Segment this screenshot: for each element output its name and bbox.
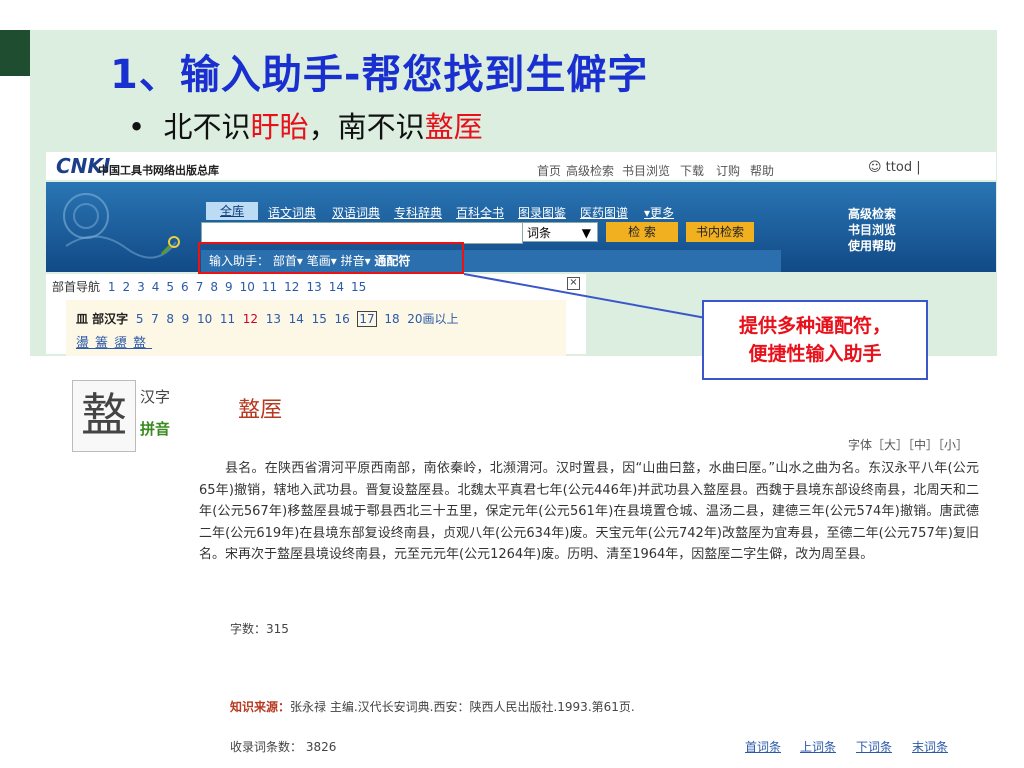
stroke-8[interactable]: 8 (166, 312, 174, 326)
tab-encyclopedia[interactable]: 百科全书 (456, 204, 504, 221)
stroke-13[interactable]: 13 (266, 312, 281, 326)
stroke-7[interactable]: 7 (151, 312, 159, 326)
radical-page-15[interactable]: 15 (351, 280, 366, 294)
radical-nav-label: 部首导航 (52, 280, 101, 294)
tab-atlas[interactable]: 图录图鉴 (518, 204, 566, 221)
close-icon[interactable]: × (567, 277, 580, 290)
nav-advanced-search[interactable]: 高级检索 (566, 162, 614, 179)
slide-title: 1、输入助手-帮您找到生僻字 (110, 52, 649, 98)
callout-box: 提供多种通配符， 便捷性输入助手 (702, 300, 928, 380)
bullet-rare-word-2: 盩厔 (424, 110, 483, 144)
radical-page-8[interactable]: 8 (210, 280, 218, 294)
radical-nav: 部首导航 1 2 3 4 5 6 7 8 9 10 11 12 13 14 15 (52, 278, 373, 295)
tab-all[interactable]: 全库 (206, 202, 258, 220)
nav-order[interactable]: 订购 (716, 162, 740, 179)
stroke-14[interactable]: 14 (289, 312, 304, 326)
hanzi-label: 汉字 (140, 388, 171, 406)
highlight-box (198, 242, 464, 274)
radical-page-14[interactable]: 14 (329, 280, 344, 294)
radical-page-4[interactable]: 4 (152, 280, 160, 294)
search-type-value: 词条 (527, 226, 552, 240)
radical-page-5[interactable]: 5 (166, 280, 174, 294)
search-button[interactable]: 检 索 (606, 222, 678, 242)
knowledge-source: 知识来源：张永禄 主编.汉代长安词典.西安：陕西人民出版社.1993.第61页. (230, 698, 635, 715)
nav-help[interactable]: 帮助 (750, 162, 774, 179)
radical-char-1[interactable]: 盪 (76, 336, 95, 351)
stroke-filter: 皿 部汉字 5 7 8 9 10 11 12 13 14 15 16 17 18… (76, 310, 459, 327)
first-entry-link[interactable]: 首词条 (745, 738, 781, 755)
next-entry-link[interactable]: 下词条 (856, 738, 892, 755)
tab-specialty-dict[interactable]: 专科辞典 (394, 204, 442, 221)
nav-download[interactable]: 下载 (680, 162, 704, 179)
radical-page-7[interactable]: 7 (196, 280, 204, 294)
callout-line-2: 便捷性输入助手 (748, 343, 882, 365)
radical-page-3[interactable]: 3 (137, 280, 145, 294)
stroke-15[interactable]: 15 (312, 312, 327, 326)
tab-more-label: 更多 (650, 206, 675, 220)
tab-bilingual-dict[interactable]: 双语词典 (332, 204, 380, 221)
stroke-5[interactable]: 5 (136, 312, 144, 326)
slide-bullet: • 北不识盱眙，南不识盩厔 (128, 110, 483, 144)
bullet-text-2: ，南不识 (308, 110, 425, 144)
side-link-catalog-browse[interactable]: 书目浏览 (848, 222, 968, 238)
stroke-10[interactable]: 10 (197, 312, 212, 326)
radical-page-1[interactable]: 1 (108, 280, 116, 294)
stroke-16[interactable]: 16 (334, 312, 349, 326)
char-count: 字数：315 (230, 622, 289, 636)
stroke-17-selected[interactable]: 17 (357, 311, 377, 327)
radical-page-11[interactable]: 11 (262, 280, 277, 294)
radical-page-2[interactable]: 2 (122, 280, 130, 294)
bullet-rare-word-1: 盱眙 (250, 110, 309, 144)
tab-more[interactable]: ▾更多 (644, 204, 674, 221)
entry-body: 县名。在陕西省渭河平原西南部，南依秦岭，北濒渭河。汉时置县，因“山曲曰盩，水曲曰… (199, 461, 979, 563)
radical-char-list: 盪篕盨盩 (76, 332, 152, 351)
search-input[interactable] (201, 222, 523, 244)
cnki-logo-subtitle: 中国工具书网络出版总库 (98, 164, 219, 177)
entry-title: 盩厔 (238, 398, 283, 423)
radical-page-10[interactable]: 10 (240, 280, 255, 294)
stroke-9[interactable]: 9 (182, 312, 190, 326)
stroke-18[interactable]: 18 (384, 312, 399, 326)
side-link-help[interactable]: 使用帮助 (848, 238, 968, 254)
bullet-text-1: 北不识 (163, 110, 251, 144)
source-label: 知识来源： (230, 700, 291, 714)
user-account[interactable]: ☺ ttod | (868, 160, 921, 175)
decorative-flourish-icon (63, 193, 180, 259)
callout-line-1: 提供多种通配符， (738, 315, 891, 337)
in-book-search-button[interactable]: 书内检索 (686, 222, 754, 242)
radical-char-3[interactable]: 盨 (114, 336, 133, 351)
radical-page-9[interactable]: 9 (225, 280, 233, 294)
radical-name: 皿 部汉字 (76, 312, 129, 326)
tab-medical-atlas[interactable]: 医药图谱 (580, 204, 628, 221)
radical-page-12[interactable]: 12 (284, 280, 299, 294)
side-links: 高级检索 书目浏览 使用帮助 (848, 206, 968, 254)
nav-catalog-browse[interactable]: 书目浏览 (622, 162, 670, 179)
radical-page-13[interactable]: 13 (306, 280, 321, 294)
stroke-11[interactable]: 11 (220, 312, 235, 326)
total-entries: 收录词条数： 3826 (230, 740, 337, 754)
chevron-down-icon: ▼ (581, 226, 591, 240)
radical-char-4[interactable]: 盩 (133, 336, 152, 351)
entry-char-image: 盩 (72, 380, 136, 452)
font-size-controls[interactable]: 字体［大］［中］［小］ (848, 436, 968, 453)
source-text: 张永禄 主编.汉代长安词典.西安：陕西人民出版社.1993.第61页. (290, 700, 635, 714)
pinyin-label: 拼音 (140, 420, 171, 438)
radical-page-6[interactable]: 6 (181, 280, 189, 294)
side-link-advanced-search[interactable]: 高级检索 (848, 206, 968, 222)
last-entry-link[interactable]: 末词条 (912, 738, 948, 755)
search-type-select[interactable]: 词条 ▼ (522, 222, 598, 242)
stroke-20-plus[interactable]: 20画以上 (407, 312, 458, 326)
prev-entry-link[interactable]: 上词条 (800, 738, 836, 755)
stroke-12[interactable]: 12 (243, 312, 258, 326)
nav-home[interactable]: 首页 (537, 162, 561, 179)
radical-char-2[interactable]: 篕 (95, 336, 114, 351)
tab-language-dict[interactable]: 语文词典 (268, 204, 316, 221)
